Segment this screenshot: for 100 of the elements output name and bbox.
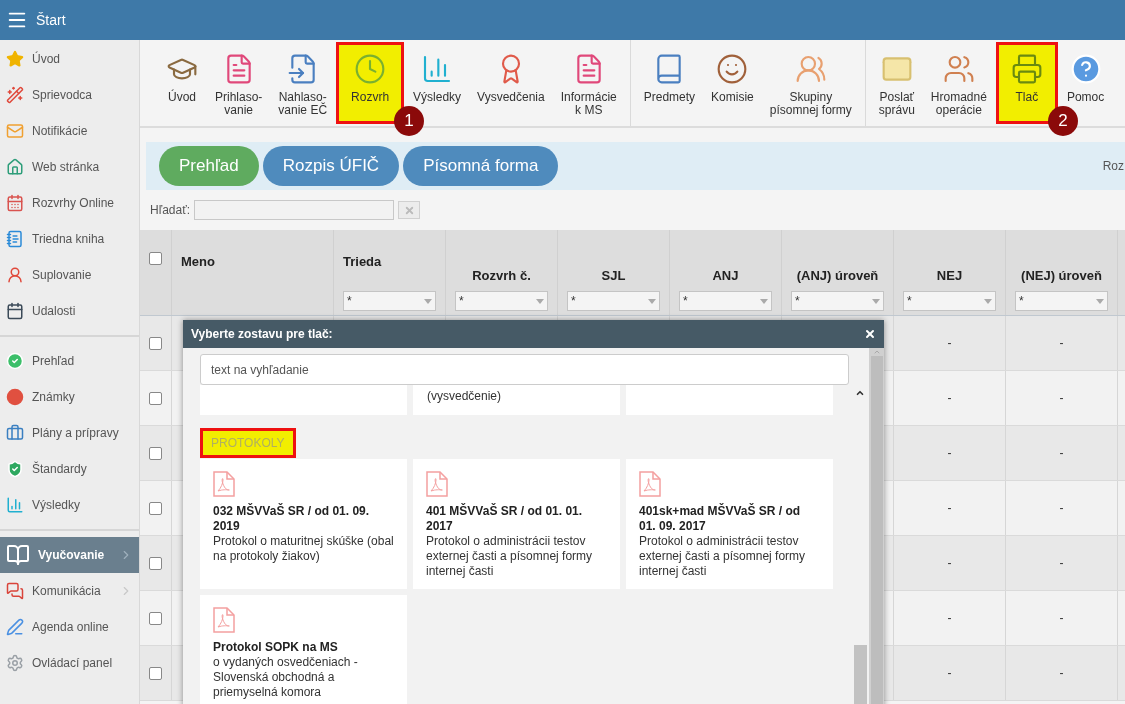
row-checkbox[interactable] — [149, 446, 162, 460]
report-card[interactable]: (vysvedčenie) — [413, 385, 620, 415]
sidebar-item[interactable]: Plány a prípravy — [0, 415, 139, 451]
sidebar-item[interactable]: Vyučovanie — [0, 537, 139, 573]
tab-panel-text: Roz — [1102, 158, 1125, 175]
dropdown-arrow-icon — [1096, 298, 1104, 304]
toolbar-button[interactable]: Tlač — [995, 42, 1058, 124]
filter-select[interactable]: * — [343, 291, 436, 311]
sidebar-item[interactable]: Sprievodca — [0, 77, 139, 113]
sidebar-item[interactable]: Udalosti — [0, 293, 139, 329]
select-all-checkbox[interactable] — [149, 252, 162, 265]
report-description: Protokol o administrácii testov externej časti a písomnej formy internej časti — [426, 534, 594, 579]
filter-select[interactable]: * — [1015, 291, 1108, 311]
report-card[interactable]: 401sk+mad MŠVVaŠ SR / od 01. 09. 2017 Protokol o administrácii testov externej časti a písomnej formy internej časti — [626, 459, 833, 589]
report-card[interactable]: Protokol SOPK na MS o vydaných osvedčeniach - Slovenská obchodná a priemyselná komora — [200, 595, 407, 704]
filter-select[interactable]: * — [455, 291, 548, 311]
column-header: Meno — [181, 253, 216, 271]
search-label: Hľadať: — [150, 202, 191, 219]
briefcase-icon — [6, 424, 24, 442]
table-cell: - — [1006, 316, 1118, 370]
sidebar-item[interactable]: Web stránka — [0, 149, 139, 185]
toolbar-button[interactable]: Predmety — [636, 42, 703, 124]
group-icon — [942, 53, 975, 85]
row-checkbox[interactable] — [149, 391, 162, 405]
dropdown-arrow-icon — [760, 298, 768, 304]
toolbar-button[interactable]: Prihlaso- vanie — [208, 42, 270, 124]
dropdown-arrow-icon — [536, 298, 544, 304]
sidebar-item[interactable]: Agenda online — [0, 609, 139, 645]
calendar-icon — [6, 302, 24, 320]
row-checkbox[interactable] — [149, 336, 162, 350]
row-checkbox[interactable] — [149, 556, 162, 570]
toolbar-button[interactable]: Rozvrh — [336, 42, 405, 124]
row-checkbox[interactable] — [149, 666, 162, 680]
filter-select[interactable]: * — [791, 291, 884, 311]
table-cell: - — [1006, 371, 1118, 425]
table-cell: - — [1006, 646, 1118, 700]
open-book-icon — [6, 543, 30, 567]
tab[interactable]: Rozpis ÚFIČ — [262, 146, 400, 186]
table-cell: - — [894, 481, 1006, 535]
column-header: (NEJ) úroveň — [1020, 266, 1103, 285]
table-cell: - — [894, 536, 1006, 590]
report-description: Protokol o maturitnej skúške (obal na protokoly žiakov) — [213, 534, 394, 564]
dropdown-arrow-icon — [424, 298, 432, 304]
toolbar-button[interactable]: Komisie — [704, 42, 761, 124]
toolbar-button[interactable]: Vysvedčenia — [470, 42, 552, 124]
sidebar-item[interactable]: Prehľad — [0, 343, 139, 379]
star-icon — [6, 50, 24, 68]
pdf-file-icon — [426, 471, 448, 497]
sidebar-item[interactable]: Známky — [0, 379, 139, 415]
magic-wand-icon — [6, 86, 24, 104]
filter-select[interactable]: * — [679, 291, 772, 311]
column-header: SJL — [600, 266, 627, 285]
table-cell: - — [894, 646, 1006, 700]
sidebar-item[interactable]: Suplovanie — [0, 257, 139, 293]
sidebar-item[interactable]: Štandardy — [0, 451, 139, 487]
close-icon — [403, 204, 415, 216]
table-cell: - — [894, 371, 1006, 425]
report-title: 032 MŠVVaŠ SR / od 01. 09. 2019 — [213, 504, 371, 534]
sidebar-item[interactable]: Ovládací panel — [0, 645, 139, 681]
filter-select[interactable]: * — [903, 291, 996, 311]
toolbar-button[interactable]: Úvod — [158, 42, 206, 124]
person-icon — [716, 53, 749, 85]
dialog-title: Vyberte zostavu pre tlač: — [191, 326, 333, 343]
toolbar-button[interactable]: Nahlaso- vanie EČ — [271, 42, 335, 124]
toolbar-button[interactable]: Poslať správu — [871, 42, 922, 124]
scrollbar[interactable] — [851, 348, 884, 704]
table-cell: - — [894, 591, 1006, 645]
report-search-field[interactable]: text na vyhľadanie — [200, 354, 849, 385]
sidebar-item[interactable]: Rozvrhy Online — [0, 185, 139, 221]
sidebar-item[interactable]: Úvod — [0, 41, 139, 77]
report-card[interactable]: 032 MŠVVaŠ SR / od 01. 09. 2019 Protokol o maturitnej skúške (obal na protokoly žiakov) — [200, 459, 407, 589]
toolbar-button[interactable]: Hromadné operácie — [923, 42, 994, 124]
sidebar-item[interactable]: Výsledky — [0, 487, 139, 523]
table-cell: - — [1006, 591, 1118, 645]
toolbar-button[interactable]: Skupiny písomnej formy — [762, 42, 859, 124]
pdf-file-icon — [213, 471, 235, 497]
report-card[interactable]: 401 MŠVVaŠ SR / od 01. 01. 2017 Protokol o administrácii testov externej časti a písomnej formy internej časti — [413, 459, 620, 589]
people-icon — [794, 53, 827, 85]
sidebar-item[interactable]: Notifikácie — [0, 113, 139, 149]
table-cell: - — [1006, 426, 1118, 480]
pen-icon — [6, 618, 24, 636]
pdf-file-icon — [639, 471, 661, 497]
sidebar-item[interactable]: Triedna kniha — [0, 221, 139, 257]
dropdown-arrow-icon — [872, 298, 880, 304]
scrollbar-thumb[interactable] — [853, 645, 867, 704]
circle-icon — [6, 388, 24, 406]
toolbar-button[interactable]: Informácie k MS — [553, 42, 624, 124]
report-title: 401sk+mad MŠVVaŠ SR / od 01. 09. 2017 — [639, 504, 802, 534]
dropdown-arrow-icon — [984, 298, 992, 304]
search-field[interactable] — [194, 200, 395, 220]
filter-select[interactable]: * — [567, 291, 660, 311]
column-header: Rozvrh č. — [471, 266, 532, 285]
sidebar-item[interactable]: Komunikácia — [0, 573, 139, 609]
dropdown-arrow-icon — [648, 298, 656, 304]
clock-icon — [354, 53, 387, 85]
row-checkbox[interactable] — [149, 501, 162, 515]
tab[interactable]: Písomná forma — [403, 146, 559, 186]
scrollbar-thumb[interactable] — [870, 356, 883, 704]
row-checkbox[interactable] — [149, 611, 162, 625]
close-icon[interactable] — [864, 328, 876, 340]
